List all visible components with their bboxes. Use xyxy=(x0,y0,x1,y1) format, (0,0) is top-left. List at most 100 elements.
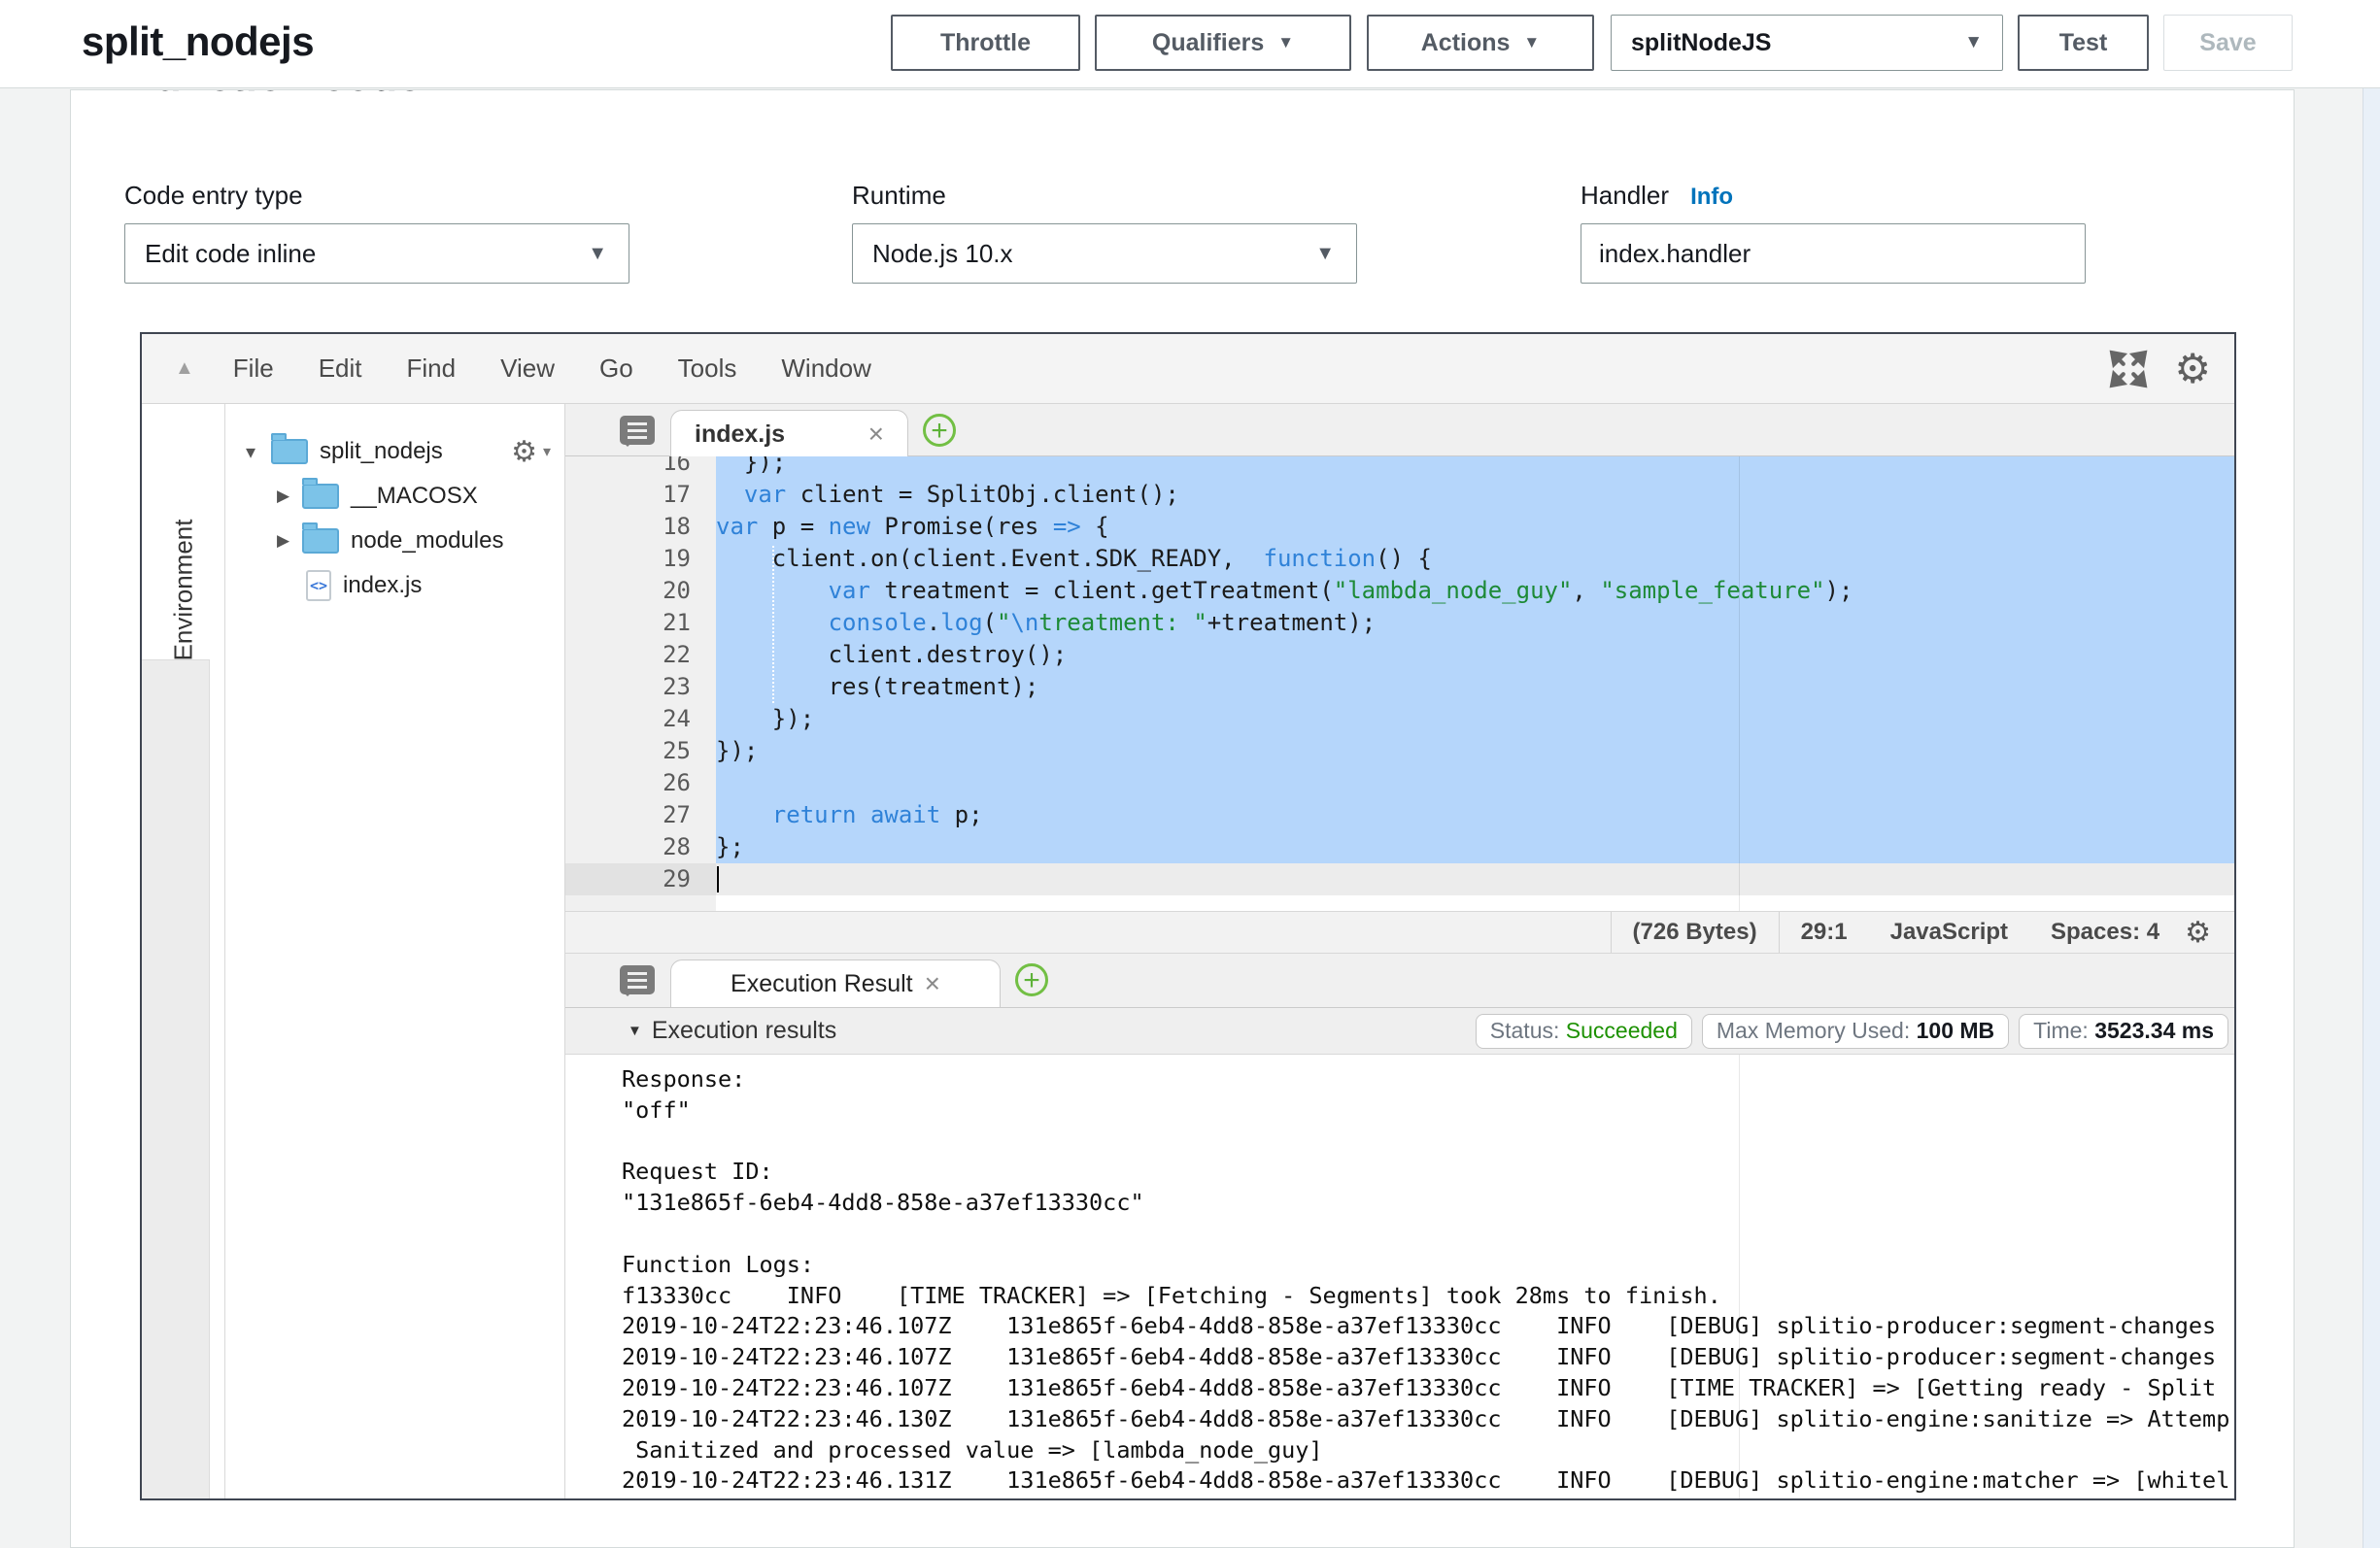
qualifiers-button[interactable]: Qualifiers ▼ xyxy=(1095,15,1351,71)
tree-settings-control[interactable]: ⚙ ▾ xyxy=(511,435,551,469)
save-button[interactable]: Save xyxy=(2163,15,2293,71)
execution-results-title: Execution results xyxy=(652,1017,836,1045)
test-event-select[interactable]: splitNodeJS ▼ xyxy=(1611,15,2003,71)
code-line-text xyxy=(716,767,2234,799)
runtime-select[interactable]: Node.js 10.x ▼ xyxy=(852,223,1357,284)
line-number: 25 xyxy=(565,735,716,767)
editor-menubar: ▲ File Edit Find View Go Tools Window ⚙ xyxy=(142,334,2234,404)
runtime-value: Node.js 10.x xyxy=(872,239,1013,269)
code-line-text: var treatment = client.getTreatment("lam… xyxy=(716,575,2234,607)
code-line-text: client.destroy(); xyxy=(716,639,2234,671)
tree-item-label: __MACOSX xyxy=(351,483,478,510)
clipped-section-heading: Function code xyxy=(129,90,712,100)
menu-tools[interactable]: Tools xyxy=(678,353,737,384)
code-line-18[interactable]: 18var p = new Promise(res => { xyxy=(565,511,2234,543)
new-tab-icon[interactable]: + xyxy=(1015,963,1048,996)
log-line: 2019-10-24T22:23:46.107Z 131e865f-6eb4-4… xyxy=(622,1342,2234,1373)
line-number: 18 xyxy=(565,511,716,543)
code-line-24[interactable]: 24 }); xyxy=(565,703,2234,735)
code-line-17[interactable]: 17 var client = SplitObj.client(); xyxy=(565,479,2234,511)
log-line xyxy=(622,1127,2234,1158)
code-line-29[interactable]: 29 xyxy=(565,863,2234,895)
gear-icon: ⚙ xyxy=(511,435,537,469)
handler-input[interactable] xyxy=(1581,223,2086,284)
code-line-26[interactable]: 26 xyxy=(565,767,2234,799)
handler-info-link[interactable]: Info xyxy=(1690,184,1733,210)
line-number: 28 xyxy=(565,831,716,863)
code-line-27[interactable]: 27 return await p; xyxy=(565,799,2234,831)
tab-index-js[interactable]: index.js × xyxy=(670,410,908,457)
code-line-16[interactable]: 16 }); xyxy=(565,456,2234,479)
code-line-22[interactable]: 22 client.destroy(); xyxy=(565,639,2234,671)
log-line: "131e865f-6eb4-4dd8-858e-a37ef13330cc" xyxy=(622,1188,2234,1219)
fullscreen-icon[interactable] xyxy=(2108,349,2149,389)
tab-label: index.js xyxy=(695,421,785,449)
file-tree: ▾ split_nodejs ⚙ ▾ ▶ __MACOSX ▶ node_mod… xyxy=(225,404,565,1498)
line-number: 20 xyxy=(565,575,716,607)
cloud9-editor: ▲ File Edit Find View Go Tools Window ⚙ xyxy=(140,332,2236,1500)
environment-tab[interactable]: Environment xyxy=(142,491,225,686)
log-line: Function Logs: xyxy=(622,1250,2234,1281)
print-margin-ruler xyxy=(1739,456,1740,911)
browser-scrollbar-strip[interactable] xyxy=(2363,87,2380,1548)
editor-settings-gear-icon[interactable]: ⚙ xyxy=(2174,349,2211,389)
indentation-indicator[interactable]: Spaces: 4 xyxy=(2029,912,2181,953)
new-tab-icon[interactable]: + xyxy=(923,414,956,447)
caret-right-icon[interactable]: ▶ xyxy=(277,531,302,551)
tree-item-macosx[interactable]: ▶ __MACOSX xyxy=(225,474,564,519)
code-editor-viewport[interactable]: 16 });17 var client = SplitObj.client();… xyxy=(565,456,2234,911)
tab-label: Execution Result xyxy=(731,970,913,998)
menu-go[interactable]: Go xyxy=(599,353,633,384)
chevron-down-icon: ▼ xyxy=(588,243,607,265)
tab-list-icon[interactable] xyxy=(620,416,655,445)
log-line: Sanitized and processed value => [lambda… xyxy=(622,1435,2234,1466)
menu-window[interactable]: Window xyxy=(781,353,870,384)
tree-item-split-nodejs[interactable]: ▾ split_nodejs ⚙ ▾ xyxy=(225,429,564,474)
code-line-23[interactable]: 23 res(treatment); xyxy=(565,671,2234,703)
tree-item-node-modules[interactable]: ▶ node_modules xyxy=(225,519,564,563)
tab-list-icon[interactable] xyxy=(620,965,655,994)
code-line-28[interactable]: 28}; xyxy=(565,831,2234,863)
close-icon[interactable]: × xyxy=(868,419,884,450)
actions-button[interactable]: Actions ▼ xyxy=(1367,15,1594,71)
code-line-25[interactable]: 25}); xyxy=(565,735,2234,767)
log-line: 2019-10-24T22:23:46.131Z 131e865f-6eb4-4… xyxy=(622,1465,2234,1497)
language-mode-indicator[interactable]: JavaScript xyxy=(1869,912,2029,953)
log-line xyxy=(622,1219,2234,1250)
test-button[interactable]: Test xyxy=(2018,15,2149,71)
code-line-19[interactable]: 19 client.on(client.Event.SDK_READY, fun… xyxy=(565,543,2234,575)
chevron-down-icon: ▼ xyxy=(1964,32,1983,53)
line-number: 24 xyxy=(565,703,716,735)
code-line-text: return await p; xyxy=(716,799,2234,831)
runtime-label: Runtime xyxy=(852,181,1357,223)
line-number: 26 xyxy=(565,767,716,799)
menu-file[interactable]: File xyxy=(233,353,274,384)
folder-icon xyxy=(302,528,339,554)
caret-right-icon[interactable]: ▶ xyxy=(277,487,302,506)
menu-find[interactable]: Find xyxy=(407,353,457,384)
code-entry-type-select[interactable]: Edit code inline ▼ xyxy=(124,223,629,284)
tree-item-index-js[interactable]: <> index.js xyxy=(225,563,564,608)
statusbar-gear-icon[interactable]: ⚙ xyxy=(2185,916,2211,950)
close-icon[interactable]: × xyxy=(925,968,940,999)
folder-icon xyxy=(271,439,308,464)
execution-log-pane[interactable]: Response:"off" Request ID:"131e865f-6eb4… xyxy=(565,1055,2234,1498)
code-line-20[interactable]: 20 var treatment = client.getTreatment("… xyxy=(565,575,2234,607)
code-line-text: }; xyxy=(716,831,2234,863)
code-entry-type-value: Edit code inline xyxy=(145,239,316,269)
code-rows: 16 });17 var client = SplitObj.client();… xyxy=(565,456,2234,895)
caret-down-icon[interactable]: ▾ xyxy=(246,440,271,464)
menu-edit[interactable]: Edit xyxy=(319,353,362,384)
execution-results-toggle[interactable]: ▼ Execution results xyxy=(628,1017,836,1045)
menu-view[interactable]: View xyxy=(500,353,555,384)
collapse-panel-icon[interactable]: ▲ xyxy=(175,357,194,380)
code-line-text: }); xyxy=(716,456,2234,479)
line-number: 29 xyxy=(565,863,716,895)
code-entry-type-field: Code entry type Edit code inline ▼ xyxy=(124,181,629,284)
code-line-text xyxy=(716,863,2234,895)
throttle-button[interactable]: Throttle xyxy=(891,15,1080,71)
cursor-position-indicator[interactable]: 29:1 xyxy=(1779,912,1869,953)
triangle-down-icon: ▼ xyxy=(628,1023,642,1039)
tab-execution-result[interactable]: Execution Result × xyxy=(670,959,1001,1007)
code-line-21[interactable]: 21 console.log("\ntreatment: "+treatment… xyxy=(565,607,2234,639)
